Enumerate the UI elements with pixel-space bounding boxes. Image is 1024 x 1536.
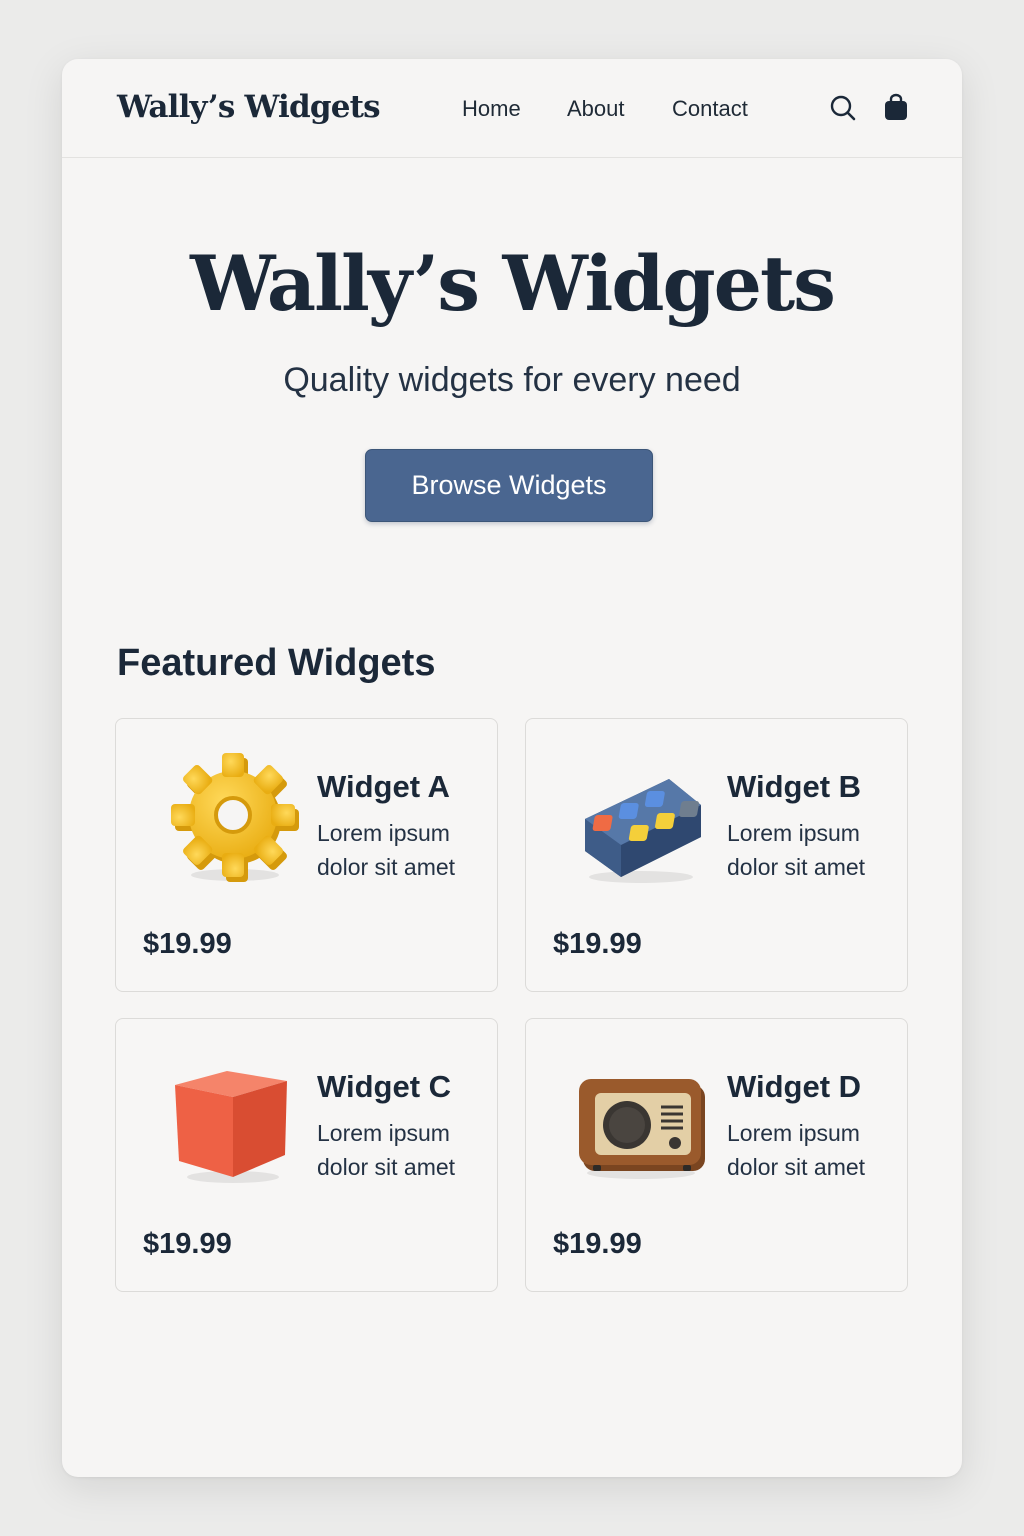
nav-contact-link[interactable]: Contact (672, 96, 748, 122)
button-box-icon (585, 779, 701, 883)
product-card-widget-c[interactable]: Widget C Lorem ipsum dolor sit amet $19.… (115, 1018, 498, 1292)
browse-widgets-button[interactable]: Browse Widgets (365, 449, 653, 522)
product-description: Lorem ipsum dolor sit amet (727, 820, 866, 880)
nav-about-link[interactable]: About (567, 96, 625, 122)
product-name: Widget C (317, 1069, 452, 1104)
product-price: $19.99 (143, 928, 232, 960)
product-price: $19.99 (553, 1228, 642, 1260)
product-name: Widget B (727, 769, 862, 804)
product-description: Lorem ipsum dolor sit amet (317, 1120, 456, 1180)
brand-logo[interactable]: Wally’s Widgets (117, 89, 381, 125)
browser-page: Wally’s Widgets Home About Contact Wally… (62, 59, 962, 1477)
product-card-widget-a[interactable]: Widget A Lorem ipsum dolor sit amet $19.… (115, 718, 498, 992)
product-name: Widget A (317, 769, 450, 804)
cart-button[interactable] (881, 93, 911, 123)
radio-icon (579, 1079, 705, 1179)
hero-title: Wally’s Widgets (190, 239, 836, 328)
product-price: $19.99 (553, 928, 642, 960)
nav-home-link[interactable]: Home (462, 96, 521, 122)
top-navigation: Wally’s Widgets Home About Contact (62, 59, 962, 158)
featured-section-title: Featured Widgets (117, 642, 436, 684)
product-name: Widget D (727, 1069, 862, 1104)
search-button[interactable] (828, 93, 858, 123)
product-description: Lorem ipsum dolor sit amet (727, 1120, 866, 1180)
product-price: $19.99 (143, 1228, 232, 1260)
cube-icon (175, 1071, 287, 1183)
product-card-widget-d[interactable]: Widget D Lorem ipsum dolor sit amet $19.… (525, 1018, 908, 1292)
product-card-widget-b[interactable]: Widget B Lorem ipsum dolor sit amet $19.… (525, 718, 908, 992)
search-icon (830, 95, 856, 121)
gear-icon (171, 753, 299, 882)
shopping-bag-icon (885, 93, 907, 120)
product-description: Lorem ipsum dolor sit amet (317, 820, 456, 880)
hero-subtitle: Quality widgets for every need (283, 361, 741, 399)
